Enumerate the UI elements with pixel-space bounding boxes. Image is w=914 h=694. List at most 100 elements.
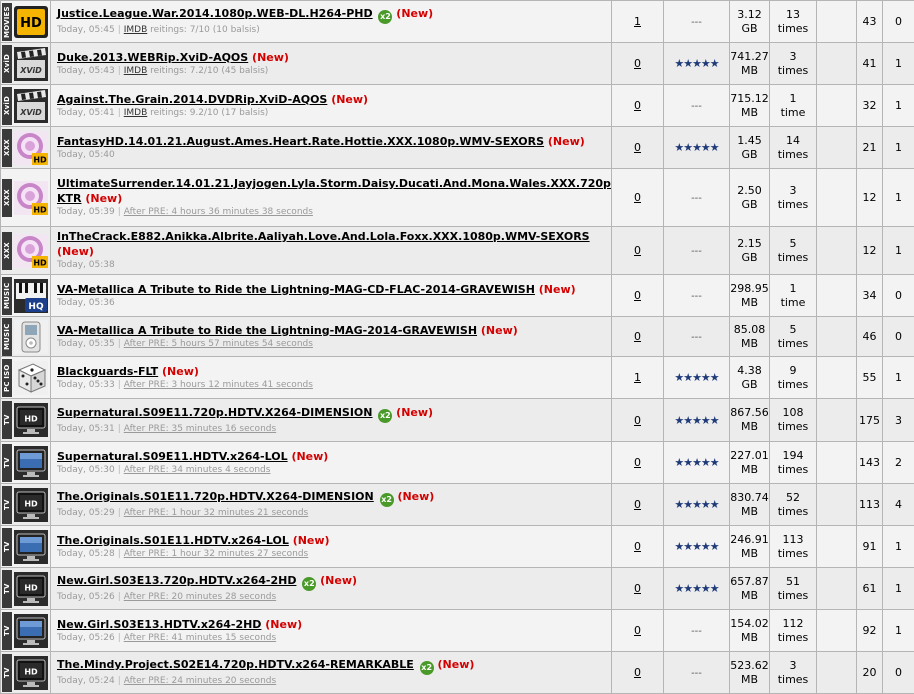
dice-icon[interactable]	[13, 360, 49, 396]
category-cell[interactable]: MUSIC HQ	[1, 275, 51, 317]
music-hq-icon[interactable]: HQ	[13, 278, 49, 314]
after-pre-link[interactable]: After PRE: 35 minutes 16 seconds	[124, 424, 276, 434]
category-badge[interactable]: XXX HD	[2, 232, 50, 270]
category-badge[interactable]: TV HD	[2, 570, 50, 608]
category-cell[interactable]: PC ISO	[1, 357, 51, 399]
comments-count-link[interactable]: 0	[634, 57, 641, 70]
tv-hd-icon[interactable]: HD	[13, 402, 49, 438]
tv-screen-icon[interactable]	[13, 445, 49, 481]
category-badge[interactable]: XviD XViD	[2, 45, 50, 83]
comments-count-link[interactable]: 0	[634, 624, 641, 637]
category-badge[interactable]: XXX HD	[2, 179, 50, 217]
snatched-cell: 3times	[770, 652, 817, 694]
category-cell[interactable]: XXX HD	[1, 227, 51, 275]
comments-count-link[interactable]: 0	[634, 666, 641, 679]
xxx-hd-icon[interactable]: HD	[13, 130, 49, 166]
category-cell[interactable]: TV HD	[1, 484, 51, 526]
after-pre-link[interactable]: After PRE: 34 minutes 4 seconds	[124, 465, 271, 475]
category-badge[interactable]: TV	[2, 444, 50, 482]
category-cell[interactable]: TV HD	[1, 652, 51, 694]
tv-hd-icon[interactable]: HD	[13, 487, 49, 523]
torrent-title-link[interactable]: Supernatural.S09E11.720p.HDTV.X264-DIMEN…	[57, 406, 372, 419]
category-cell[interactable]: TV	[1, 442, 51, 484]
comments-count-link[interactable]: 0	[634, 456, 641, 469]
comments-count-link[interactable]: 0	[634, 99, 641, 112]
comments-count-link[interactable]: 0	[634, 191, 641, 204]
category-cell[interactable]: TV HD	[1, 399, 51, 442]
comments-count-link[interactable]: 0	[634, 582, 641, 595]
category-cell[interactable]: MUSIC	[1, 317, 51, 357]
category-cell[interactable]: TV	[1, 610, 51, 652]
imdb-link[interactable]: IMDB	[124, 108, 148, 118]
after-pre-link[interactable]: After PRE: 24 minutes 20 seconds	[124, 676, 276, 686]
category-badge[interactable]: TV HD	[2, 486, 50, 524]
after-pre-link[interactable]: After PRE: 3 hours 12 minutes 41 seconds	[124, 380, 313, 390]
torrent-title-link[interactable]: Against.The.Grain.2014.DVDRip.XviD-AQOS	[57, 93, 327, 106]
comments-count-link[interactable]: 0	[634, 540, 641, 553]
spacer-cell	[817, 85, 857, 127]
torrent-title-link[interactable]: VA-Metallica A Tribute to Ride the Light…	[57, 324, 477, 337]
category-badge[interactable]: TV HD	[2, 401, 50, 439]
comments-count-link[interactable]: 0	[634, 330, 641, 343]
comments-count-link[interactable]: 0	[634, 244, 641, 257]
torrent-title-link[interactable]: Blackguards-FLT	[57, 365, 158, 378]
comments-count-link[interactable]: 0	[634, 141, 641, 154]
xvid-clapper-icon[interactable]: XViD	[13, 46, 49, 82]
svg-text:HD: HD	[24, 499, 38, 508]
category-cell[interactable]: XXX HD	[1, 127, 51, 169]
xxx-hd-icon[interactable]: HD	[13, 180, 49, 216]
torrent-title-link[interactable]: New.Girl.S03E13.HDTV.x264-2HD	[57, 618, 261, 631]
imdb-link[interactable]: IMDB	[124, 66, 148, 76]
after-pre-link[interactable]: After PRE: 41 minutes 15 seconds	[124, 633, 276, 643]
tv-hd-icon[interactable]: HD	[13, 571, 49, 607]
torrent-title-link[interactable]: UltimateSurrender.14.01.21.Jayjogen.Lyla…	[57, 177, 612, 205]
rating-value: ---	[691, 193, 702, 204]
torrent-title-link[interactable]: The.Originals.S01E11.HDTV.x264-LOL	[57, 534, 289, 547]
torrent-title-link[interactable]: VA-Metallica A Tribute to Ride the Light…	[57, 283, 535, 296]
category-cell[interactable]: XviD XViD	[1, 85, 51, 127]
hd-movie-icon[interactable]: HD	[13, 4, 49, 40]
tv-screen-icon[interactable]	[13, 529, 49, 565]
comments-count-link[interactable]: 0	[634, 414, 641, 427]
music-player-icon[interactable]	[13, 319, 49, 355]
after-pre-link[interactable]: After PRE: 1 hour 32 minutes 21 seconds	[124, 508, 309, 518]
category-badge[interactable]: PC ISO	[2, 359, 50, 397]
category-cell[interactable]: XviD XViD	[1, 43, 51, 85]
torrent-title-link[interactable]: FantasyHD.14.01.21.August.Ames.Heart.Rat…	[57, 135, 544, 148]
torrent-title-link[interactable]: New.Girl.S03E13.720p.HDTV.x264-2HD	[57, 574, 296, 587]
category-badge[interactable]: TV	[2, 612, 50, 650]
after-pre-link[interactable]: After PRE: 5 hours 57 minutes 54 seconds	[124, 339, 313, 349]
after-pre-link[interactable]: After PRE: 1 hour 32 minutes 27 seconds	[124, 549, 309, 559]
comments-count-link[interactable]: 1	[634, 15, 641, 28]
torrent-meta: Today, 05:26|After PRE: 41 minutes 15 se…	[57, 632, 605, 645]
category-badge[interactable]: XXX HD	[2, 129, 50, 167]
comments-count-link[interactable]: 0	[634, 498, 641, 511]
category-badge[interactable]: MUSIC	[2, 318, 50, 356]
torrent-title-link[interactable]: Justice.League.War.2014.1080p.WEB-DL.H26…	[57, 7, 373, 20]
category-badge[interactable]: TV	[2, 528, 50, 566]
category-badge[interactable]: MUSIC HQ	[2, 277, 50, 315]
category-cell[interactable]: TV HD	[1, 568, 51, 610]
table-row: XXX HD InTheCrack.E882.Anikka.Albrite.Aa…	[1, 227, 914, 275]
category-cell[interactable]: XXX HD	[1, 169, 51, 227]
torrent-title-link[interactable]: Supernatural.S09E11.HDTV.x264-LOL	[57, 450, 288, 463]
tv-screen-icon[interactable]	[13, 613, 49, 649]
torrent-title-link[interactable]: Duke.2013.WEBRip.XviD-AQOS	[57, 51, 248, 64]
tv-hd-icon[interactable]: HD	[13, 655, 49, 691]
after-pre-link[interactable]: After PRE: 4 hours 36 minutes 38 seconds	[124, 207, 313, 217]
category-badge[interactable]: TV HD	[2, 654, 50, 692]
torrent-title-link[interactable]: InTheCrack.E882.Anikka.Albrite.Aaliyah.L…	[57, 230, 590, 243]
xxx-hd-icon[interactable]: HD	[13, 233, 49, 269]
torrent-meta: Today, 05:36	[57, 297, 605, 310]
category-cell[interactable]: TV	[1, 526, 51, 568]
imdb-link[interactable]: IMDB	[124, 25, 148, 35]
category-badge[interactable]: XviD XViD	[2, 87, 50, 125]
category-cell[interactable]: MOVIES HD	[1, 1, 51, 43]
torrent-title-link[interactable]: The.Mindy.Project.S02E14.720p.HDTV.x264-…	[57, 658, 414, 671]
xvid-clapper-icon[interactable]: XViD	[13, 88, 49, 124]
comments-count-link[interactable]: 0	[634, 289, 641, 302]
category-badge[interactable]: MOVIES HD	[2, 3, 50, 41]
torrent-title-link[interactable]: The.Originals.S01E11.720p.HDTV.X264-DIME…	[57, 490, 374, 503]
comments-count-link[interactable]: 1	[634, 371, 641, 384]
after-pre-link[interactable]: After PRE: 20 minutes 28 seconds	[124, 592, 276, 602]
